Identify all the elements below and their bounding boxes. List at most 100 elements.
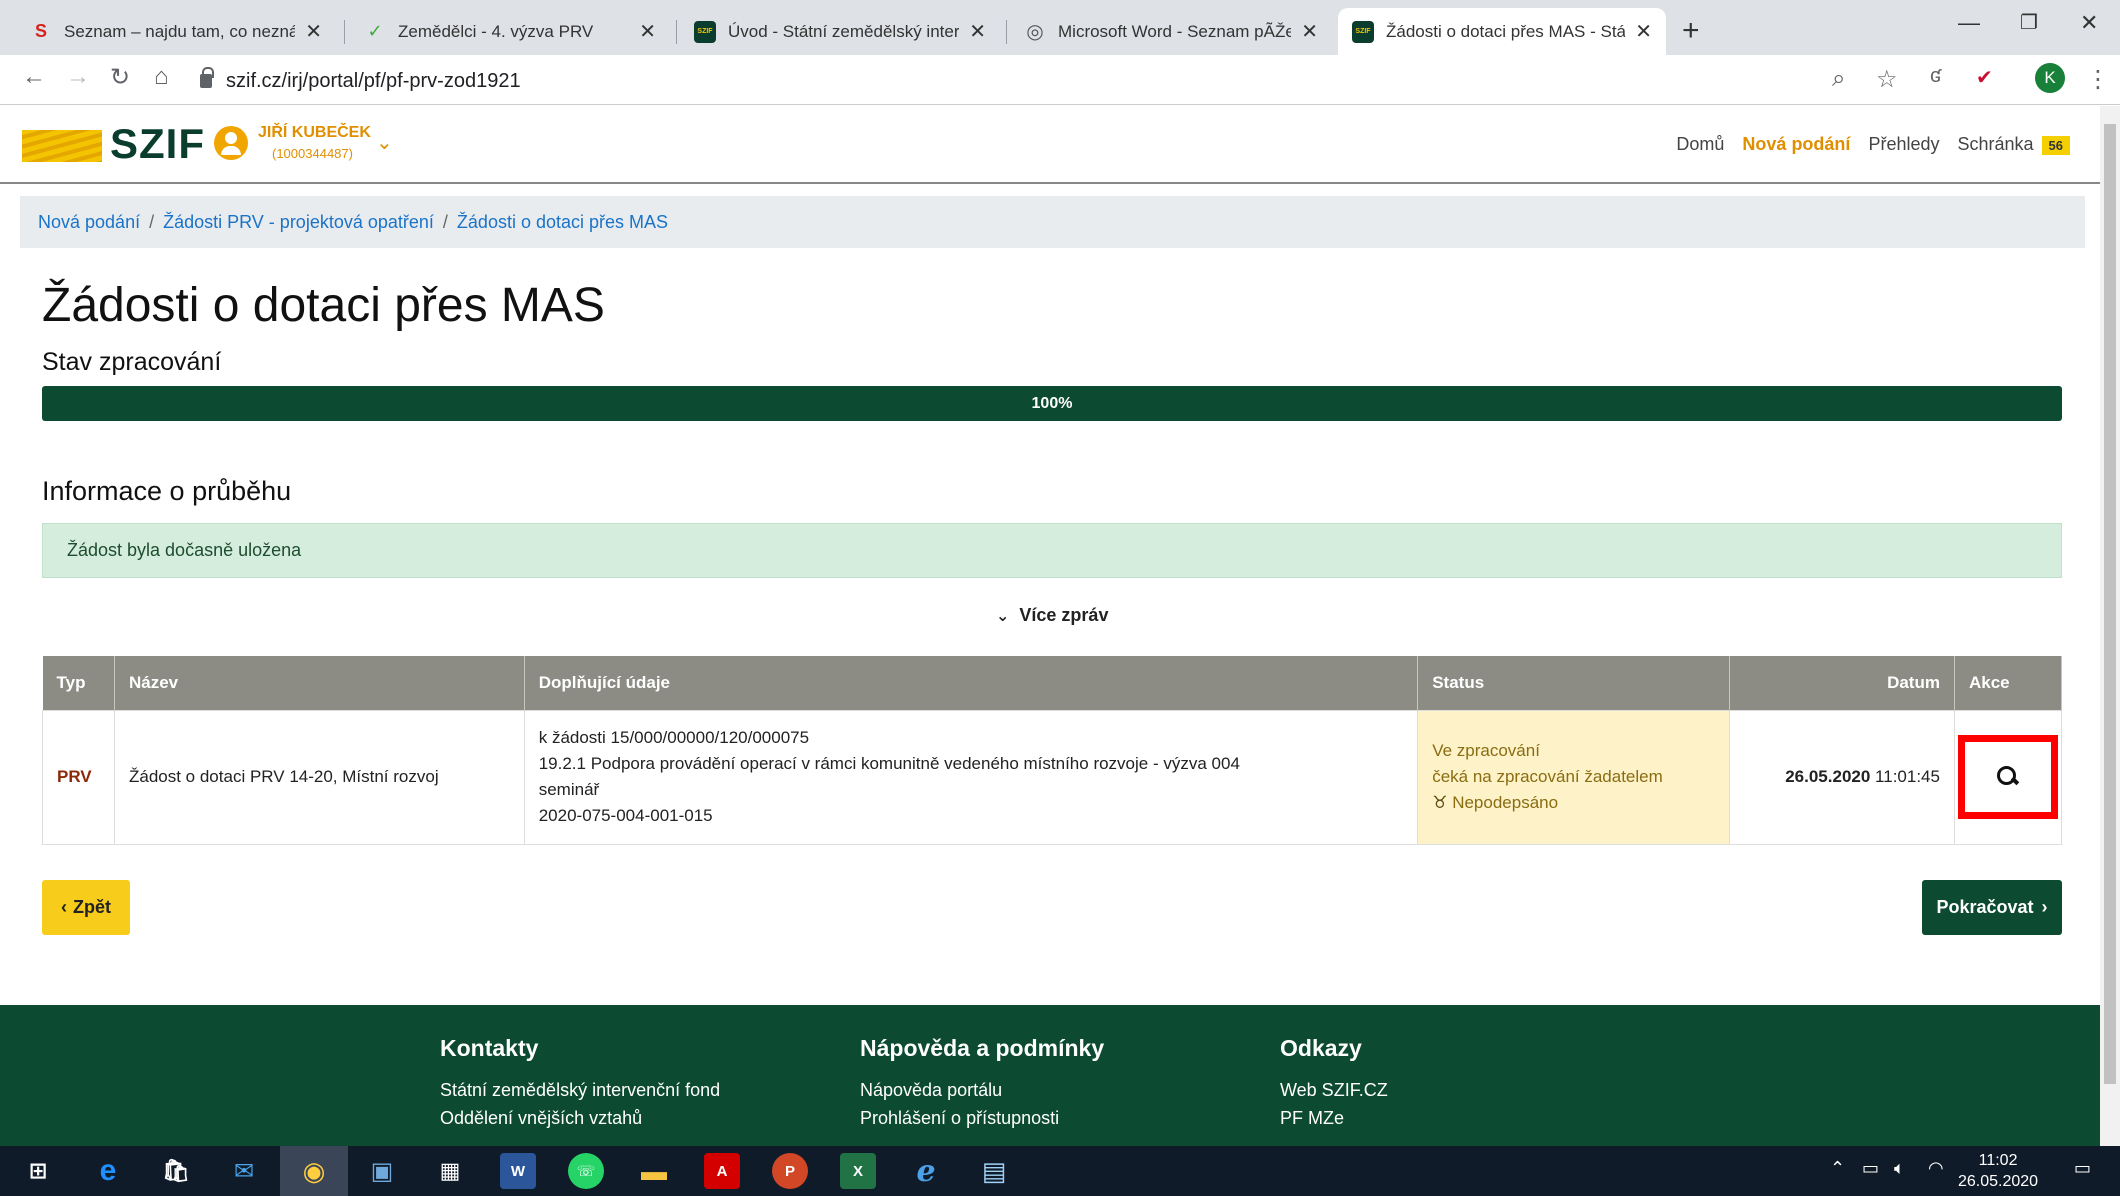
volume-icon[interactable]: 🔈︎ [1894, 1158, 1905, 1179]
close-icon[interactable]: ✕ [305, 19, 322, 44]
close-icon[interactable]: ✕ [1635, 19, 1652, 44]
url-field[interactable]: szif.cz/irj/portal/pf/pf-prv-zod1921 [200, 65, 521, 97]
progress-text: 100% [1031, 394, 1073, 412]
more-messages-label: Více zpráv [1019, 605, 1109, 625]
progress-bar: 100% [42, 386, 2062, 421]
word-icon[interactable]: W [500, 1153, 536, 1189]
chevron-right-icon: › [2041, 897, 2048, 917]
close-icon[interactable]: ✕ [1301, 19, 1318, 44]
browser-tab-szif-uvod[interactable]: SZIF Úvod - Státní zemědělský interve ✕ [680, 8, 1000, 55]
footer-link[interactable]: Prohlášení o přístupnosti [860, 1104, 1104, 1132]
chevron-down-icon[interactable]: ⌄ [376, 130, 393, 155]
extension-icon[interactable]: ʛ [1930, 65, 1941, 88]
status-line: Ve zpracování [1432, 741, 1540, 760]
profile-avatar[interactable]: K [2035, 63, 2065, 93]
close-icon[interactable]: ✕ [639, 19, 656, 44]
store-icon[interactable]: 🛍︎ [158, 1153, 194, 1189]
status-line: čeká na zpracování žadatelem [1432, 767, 1663, 786]
back-button[interactable]: ‹ Zpět [42, 880, 130, 935]
continue-button[interactable]: Pokračovat › [1922, 880, 2062, 935]
alert-text: Žádost byla dočasně uložena [67, 540, 302, 560]
file-explorer-icon[interactable]: ▬ [636, 1153, 672, 1189]
tab-separator [344, 20, 345, 44]
tab-separator [1006, 20, 1007, 44]
user-name[interactable]: JIŘÍ KUBEČEK [258, 124, 371, 142]
nav-new-submissions[interactable]: Nová podání [1742, 134, 1850, 155]
col-header-name: Název [114, 656, 525, 710]
image-viewer-icon[interactable]: ▤ [976, 1153, 1012, 1189]
page-scrollbar[interactable] [2100, 106, 2120, 1146]
new-tab-button[interactable]: + [1682, 14, 1700, 48]
footer-heading: Odkazy [1280, 1035, 1362, 1061]
chrome-icon[interactable]: ◉ [296, 1153, 332, 1189]
scrollbar-thumb[interactable] [2104, 124, 2116, 1084]
browser-tab-seznam[interactable]: S Seznam – najdu tam, co neznám ✕ [16, 8, 336, 55]
cell-type: PRV [42, 709, 115, 845]
breadcrumb-item-mas-requests[interactable]: Žádosti o dotaci přes MAS [457, 212, 668, 233]
nav-inbox[interactable]: Schránka 56 [1957, 134, 2070, 155]
user-icon[interactable] [214, 126, 248, 160]
mail-icon[interactable]: ✉ [226, 1153, 262, 1189]
info-heading: Informace o průběhu [42, 476, 292, 506]
acrobat-icon[interactable]: A [704, 1153, 740, 1189]
pocket-extension-icon[interactable]: ✔ [1976, 65, 1993, 90]
notifications-icon[interactable]: ▭ [2074, 1158, 2091, 1179]
tab-title: Úvod - Státní zemědělský interve [728, 21, 960, 41]
powerpoint-icon[interactable]: P [772, 1153, 808, 1189]
nav-overviews[interactable]: Přehledy [1868, 134, 1939, 155]
more-messages-toggle[interactable]: ⌄ Více zpráv [996, 605, 1108, 626]
site-header: SZIF JIŘÍ KUBEČEK (1000344487) ⌄ Domů No… [0, 106, 2100, 184]
cell-name: Žádost o dotaci PRV 14-20, Místní rozvoj [113, 709, 525, 845]
battery-icon[interactable]: ▭ [1862, 1158, 1879, 1179]
home-icon[interactable]: ⌂ [154, 63, 169, 91]
save-disk-icon[interactable]: ▣ [364, 1153, 400, 1189]
time-value: 11:01:45 [1875, 767, 1940, 786]
table-header-row: Typ Název Doplňující údaje Status Datum … [42, 656, 2063, 710]
footer: Kontakty Státní zemědělský intervenční f… [0, 1005, 2100, 1146]
footer-link[interactable]: Nápověda portálu [860, 1076, 1104, 1104]
nav-home[interactable]: Domů [1676, 134, 1724, 155]
reload-icon[interactable]: ↻ [110, 63, 130, 92]
szif-logo[interactable]: SZIF [110, 120, 205, 168]
footer-column-links: Odkazy Web SZIF.CZ PF MZe [1280, 1035, 1388, 1132]
breadcrumb-separator: / [149, 211, 155, 232]
col-header-date: Datum [1729, 656, 1955, 710]
breadcrumb-item-new-submissions[interactable]: Nová podání [38, 212, 140, 233]
back-arrow-icon[interactable]: ← [22, 63, 46, 91]
clock-date: 26.05.2020 [1958, 1173, 2039, 1190]
view-detail-button[interactable] [1957, 735, 2058, 819]
url-text: szif.cz/irj/portal/pf/pf-prv-zod1921 [226, 69, 521, 92]
footer-link[interactable]: Státní zemědělský intervenční fond [440, 1076, 720, 1104]
edge-icon[interactable]: e [90, 1153, 126, 1189]
window-close-icon[interactable]: ✕ [2080, 10, 2098, 36]
wifi-icon[interactable]: ◠ [1928, 1158, 1944, 1179]
tray-chevron-up-icon[interactable]: ⌃ [1830, 1158, 1845, 1179]
browser-tab-word[interactable]: ◎ Microsoft Word - Seznam pÃŽed ✕ [1010, 8, 1332, 55]
footer-link[interactable]: Web SZIF.CZ [1280, 1076, 1388, 1104]
footer-link[interactable]: Oddělení vnějších vztahů [440, 1104, 720, 1132]
zoom-icon[interactable]: ⌕ [1832, 65, 1845, 93]
bookmark-star-icon[interactable]: ☆ [1876, 65, 1898, 94]
tab-title: Microsoft Word - Seznam pÃŽed [1058, 21, 1292, 41]
close-icon[interactable]: ✕ [969, 19, 986, 44]
restore-icon[interactable]: ❐ [2020, 10, 2038, 35]
windows-start-icon[interactable]: ⊞ [20, 1153, 56, 1189]
browser-tab-zadosti-active[interactable]: SZIF Žádosti o dotaci přes MAS - Státn ✕ [1338, 8, 1666, 55]
browser-tab-zemedelci[interactable]: ✓ Zemědělci - 4. výzva PRV ✕ [350, 8, 670, 55]
menu-kebab-icon[interactable]: ⋮ [2086, 65, 2110, 94]
top-navigation: Domů Nová podání Přehledy Schránka 56 [1676, 134, 2070, 155]
footer-link[interactable]: PF MZe [1280, 1104, 1388, 1132]
minimize-icon[interactable]: — [1958, 10, 1980, 36]
calculator-icon[interactable]: ▦ [432, 1153, 468, 1189]
whatsapp-icon[interactable]: ☏ [568, 1153, 604, 1189]
breadcrumb-item-prv-requests[interactable]: Žádosti PRV - projektová opatření [163, 212, 434, 233]
excel-icon[interactable]: X [840, 1153, 876, 1189]
inbox-count-badge: 56 [2041, 136, 2070, 155]
taskbar-clock[interactable]: 11:02 26.05.2020 [1958, 1150, 2038, 1192]
breadcrumb: Nová podání / Žádosti PRV - projektová o… [20, 196, 2085, 248]
footer-heading: Kontakty [440, 1035, 539, 1061]
internet-explorer-icon[interactable]: ℯ [908, 1153, 944, 1189]
address-bar: ← → ↻ ⌂ szif.cz/irj/portal/pf/pf-prv-zod… [0, 55, 2120, 105]
footer-heading: Nápověda a podmínky [860, 1035, 1105, 1061]
forward-arrow-icon[interactable]: → [66, 63, 90, 91]
